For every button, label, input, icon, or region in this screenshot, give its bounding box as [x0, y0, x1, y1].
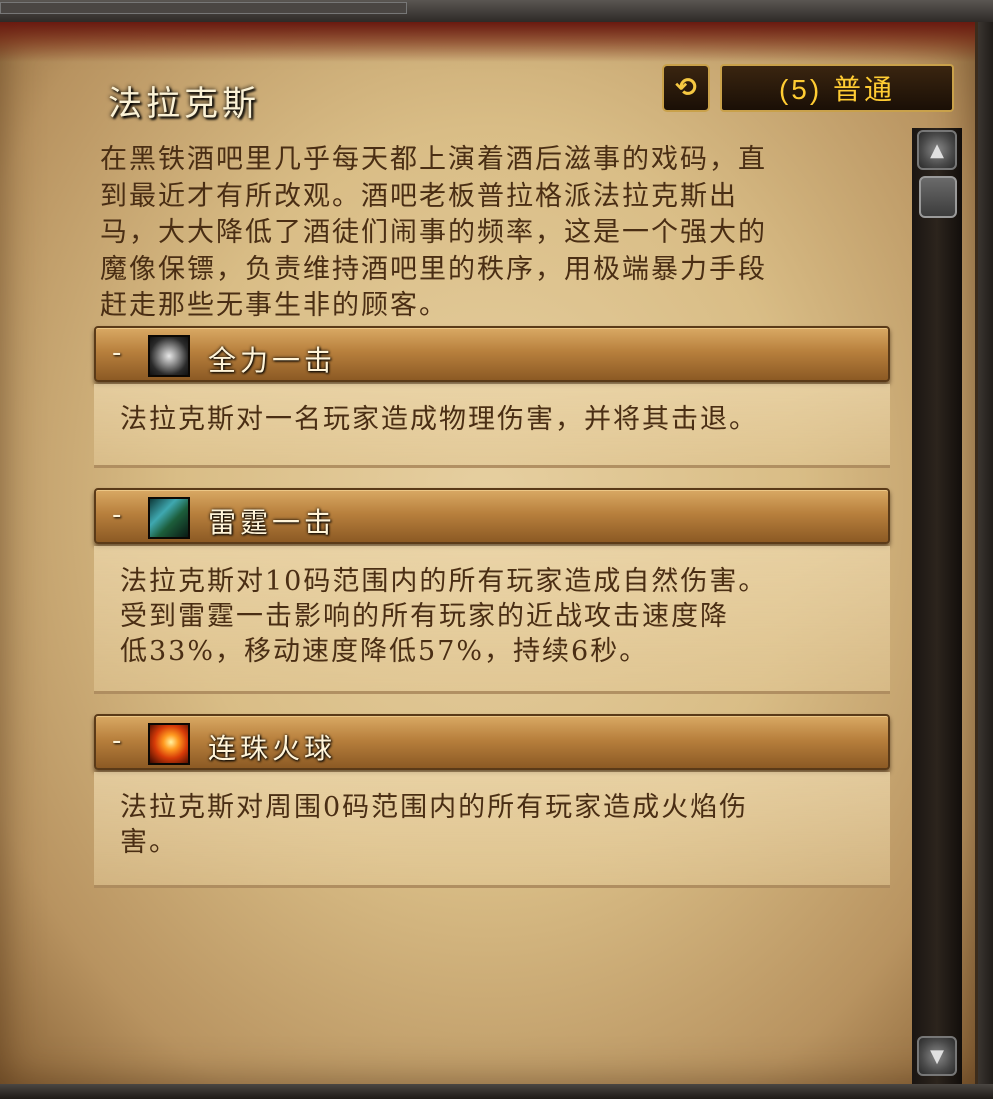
encounter-title: 法拉克斯	[108, 84, 260, 124]
ability-description-thunderclap: 法拉克斯对10码范围内的所有玩家造成自然伤害。 受到雷霆一击影响的所有玩家的近战…	[94, 546, 890, 694]
ability-description-line: 受到雷霆一击影响的所有玩家的近战攻击速度降	[120, 601, 729, 632]
ability-description-line: 害。	[120, 827, 178, 858]
top-border	[0, 0, 993, 24]
ability-name: 雷霆一击	[208, 506, 337, 539]
scroll-thumb[interactable]	[919, 176, 957, 218]
description-line: 魔像保镖，负责维持酒吧里的秩序，用极端暴力手段	[100, 253, 767, 285]
description-line: 马，大大降低了酒徒们闹事的频率，这是一个强大的	[100, 217, 767, 248]
parchment-stain	[0, 22, 975, 62]
scroll-down-icon: ▼	[930, 1045, 944, 1067]
thunderclap-icon	[148, 497, 190, 539]
difficulty-dropdown[interactable]: (5) 普通	[720, 64, 954, 112]
reset-button[interactable]: ⟲	[662, 64, 710, 112]
right-border	[978, 22, 993, 1084]
ability-name: 连珠火球	[208, 732, 337, 765]
ability-description-line: 法拉克斯对周围0码范围内的所有玩家造成火焰伤	[120, 792, 749, 823]
ability-header-thunderclap[interactable]: - 雷霆一击	[94, 488, 890, 544]
ability-header-fireball-barrage[interactable]: - 连珠火球	[94, 714, 890, 770]
collapse-toggle[interactable]: -	[112, 726, 121, 756]
ability-description-full-strike: 法拉克斯对一名玩家造成物理伤害，并将其击退。	[94, 384, 890, 468]
scroll-down-button[interactable]: ▼	[917, 1036, 957, 1076]
description-line: 赶走那些无事生非的顾客。	[100, 290, 448, 321]
top-tab-left	[0, 2, 407, 14]
ability-description-line: 低33%，移动速度降低57%，持续6秒。	[120, 636, 649, 667]
ability-header-full-strike[interactable]: - 全力一击	[94, 326, 890, 382]
collapse-toggle[interactable]: -	[112, 338, 121, 368]
ability-description-line: 法拉克斯对10码范围内的所有玩家造成自然伤害。	[120, 566, 768, 597]
ability-description-line: 法拉克斯对一名玩家造成物理伤害，并将其击退。	[120, 404, 758, 435]
description-line: 在黑铁酒吧里几乎每天都上演着酒后滋事的戏码，直	[100, 144, 767, 175]
description-line: 到最近才有所改观。酒吧老板普拉格派法拉克斯出	[100, 180, 738, 212]
collapse-toggle[interactable]: -	[112, 500, 121, 530]
vertical-scrollbar[interactable]: ▲ ▼	[912, 128, 962, 1084]
scroll-up-button[interactable]: ▲	[917, 130, 957, 170]
scroll-up-icon: ▲	[930, 139, 944, 161]
fireball-icon	[148, 723, 190, 765]
gear-fist-icon	[148, 335, 190, 377]
ability-name: 全力一击	[208, 344, 337, 377]
encounter-description: 在黑铁酒吧里几乎每天都上演着酒后滋事的戏码，直 到最近才有所改观。酒吧老板普拉格…	[100, 142, 890, 325]
bottom-border	[0, 1084, 993, 1099]
ability-description-fireball-barrage: 法拉克斯对周围0码范围内的所有玩家造成火焰伤 害。	[94, 772, 890, 888]
refresh-icon: ⟲	[675, 73, 697, 103]
